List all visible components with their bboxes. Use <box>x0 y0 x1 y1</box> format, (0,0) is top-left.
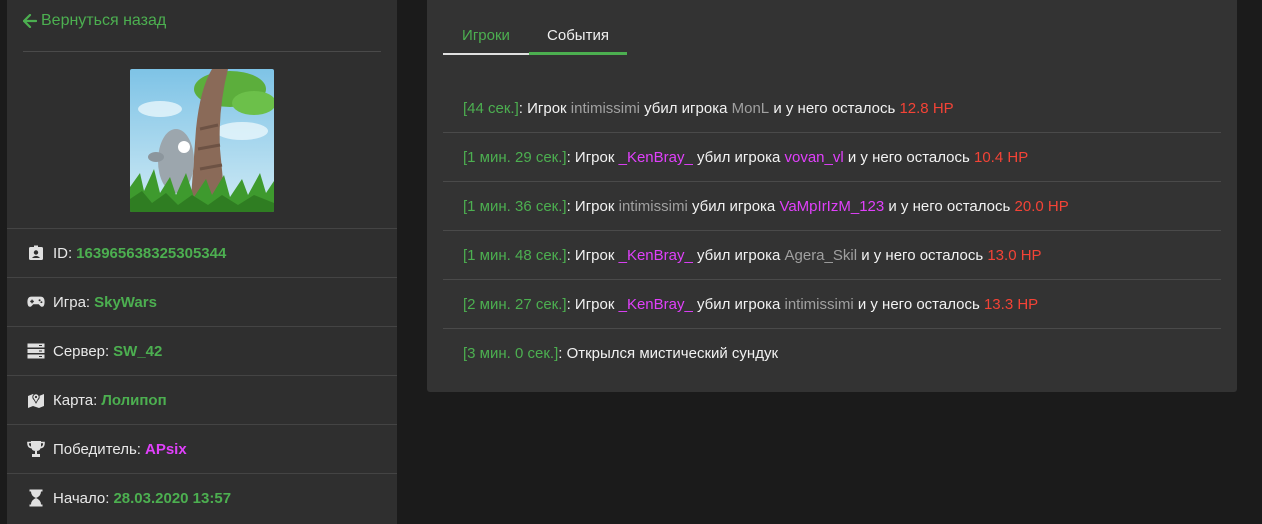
info-row-game: Игра: SkyWars <box>7 277 397 326</box>
event-hp: 13.0 HP <box>987 246 1042 264</box>
list-item: [1 мин. 36 сек.]: Игрок intimissimi убил… <box>443 182 1221 231</box>
start-value: 28.03.2020 13:57 <box>113 489 232 507</box>
event-time: [3 мин. 0 сек.] <box>463 344 559 362</box>
map-icon <box>27 391 45 409</box>
list-item: [2 мин. 27 сек.]: Игрок _KenBray_ убил и… <box>443 280 1221 329</box>
event-text: : Игрок <box>518 99 571 117</box>
event-text: убил игрока <box>692 246 785 264</box>
trophy-icon <box>27 440 45 458</box>
info-row-start: Начало: 28.03.2020 13:57 <box>7 473 397 522</box>
info-row-server: Сервер: SW_42 <box>7 326 397 375</box>
game-value: SkyWars <box>94 293 157 311</box>
event-time: [1 мин. 29 сек.] <box>463 148 567 166</box>
gamepad-icon <box>27 293 45 311</box>
server-value: SW_42 <box>113 342 163 360</box>
divider <box>23 51 381 52</box>
info-row-map: Карта: Лолипоп <box>7 375 397 424</box>
id-value: 163965638325305344 <box>76 244 227 262</box>
event-killer[interactable]: _KenBray_ <box>619 247 693 264</box>
tab-players[interactable]: Игроки <box>443 16 529 55</box>
event-text: и у него осталось <box>857 246 988 264</box>
event-text: : Игрок <box>566 148 619 166</box>
arrow-left-icon <box>23 14 37 28</box>
event-victim[interactable]: Agera_Skil <box>785 247 858 264</box>
event-time: [1 мин. 48 сек.] <box>463 246 567 264</box>
event-text: убил игрока <box>692 148 785 166</box>
back-link[interactable]: Вернуться назад <box>23 12 166 30</box>
event-killer[interactable]: intimissimi <box>619 198 688 215</box>
event-time: [1 мин. 36 сек.] <box>463 197 567 215</box>
game-image <box>130 69 274 212</box>
event-victim[interactable]: VaMpIrIzM_123 <box>779 198 884 215</box>
info-row-winner: Победитель: APsix <box>7 424 397 473</box>
events-list: [44 сек.]: Игрок intimissimi убил игрока… <box>443 84 1221 377</box>
event-hp: 10.4 HP <box>974 148 1029 166</box>
list-item: [1 мин. 29 сек.]: Игрок _KenBray_ убил и… <box>443 133 1221 182</box>
winner-value[interactable]: APsix <box>145 441 187 458</box>
event-time: [2 мин. 27 сек.] <box>463 295 567 313</box>
event-text: и у него осталось <box>853 295 984 313</box>
tab-events[interactable]: События <box>529 16 627 55</box>
info-list: ID: 163965638325305344 Игра: SkyWars Сер… <box>7 228 397 522</box>
event-text: и у него осталось <box>843 148 974 166</box>
event-victim[interactable]: MonL <box>732 100 770 117</box>
event-hp: 20.0 HP <box>1014 197 1069 215</box>
map-label: Карта: <box>53 391 98 409</box>
events-panel: Игроки События [44 сек.]: Игрок intimiss… <box>427 0 1237 392</box>
tab-bar: Игроки События <box>443 16 627 55</box>
event-text: убил игрока <box>639 99 732 117</box>
server-icon <box>27 342 45 360</box>
sidebar: Вернуться назад ID: 163965638325305344 И… <box>7 0 397 524</box>
event-time: [44 сек.] <box>463 99 519 117</box>
hourglass-icon <box>27 489 45 507</box>
event-text: убил игрока <box>687 197 780 215</box>
event-text: : Игрок <box>566 295 619 313</box>
event-hp: 12.8 HP <box>899 99 954 117</box>
id-label: ID: <box>53 244 73 262</box>
event-killer[interactable]: _KenBray_ <box>619 296 693 313</box>
event-killer[interactable]: _KenBray_ <box>619 149 693 166</box>
list-item: [44 сек.]: Игрок intimissimi убил игрока… <box>443 84 1221 133</box>
event-text: убил игрока <box>692 295 785 313</box>
start-label: Начало: <box>53 489 110 507</box>
event-victim[interactable]: intimissimi <box>785 296 854 313</box>
event-hp: 13.3 HP <box>983 295 1039 313</box>
winner-label: Победитель: <box>53 440 141 458</box>
map-value: Лолипоп <box>101 391 167 409</box>
event-text: : Открылся мистический сундук <box>558 344 779 362</box>
id-badge-icon <box>27 244 45 262</box>
game-label: Игра: <box>53 293 91 311</box>
list-item: [3 мин. 0 сек.]: Открылся мистический су… <box>443 329 1221 377</box>
back-link-label: Вернуться назад <box>41 12 167 29</box>
event-text: и у него осталось <box>884 197 1015 215</box>
info-row-id: ID: 163965638325305344 <box>7 228 397 277</box>
event-killer[interactable]: intimissimi <box>571 100 640 117</box>
list-item: [1 мин. 48 сек.]: Игрок _KenBray_ убил и… <box>443 231 1221 280</box>
event-text: и у него осталось <box>769 99 900 117</box>
event-text: : Игрок <box>566 197 619 215</box>
event-text: : Игрок <box>566 246 619 264</box>
server-label: Сервер: <box>53 342 110 360</box>
event-victim[interactable]: vovan_vl <box>785 149 844 166</box>
